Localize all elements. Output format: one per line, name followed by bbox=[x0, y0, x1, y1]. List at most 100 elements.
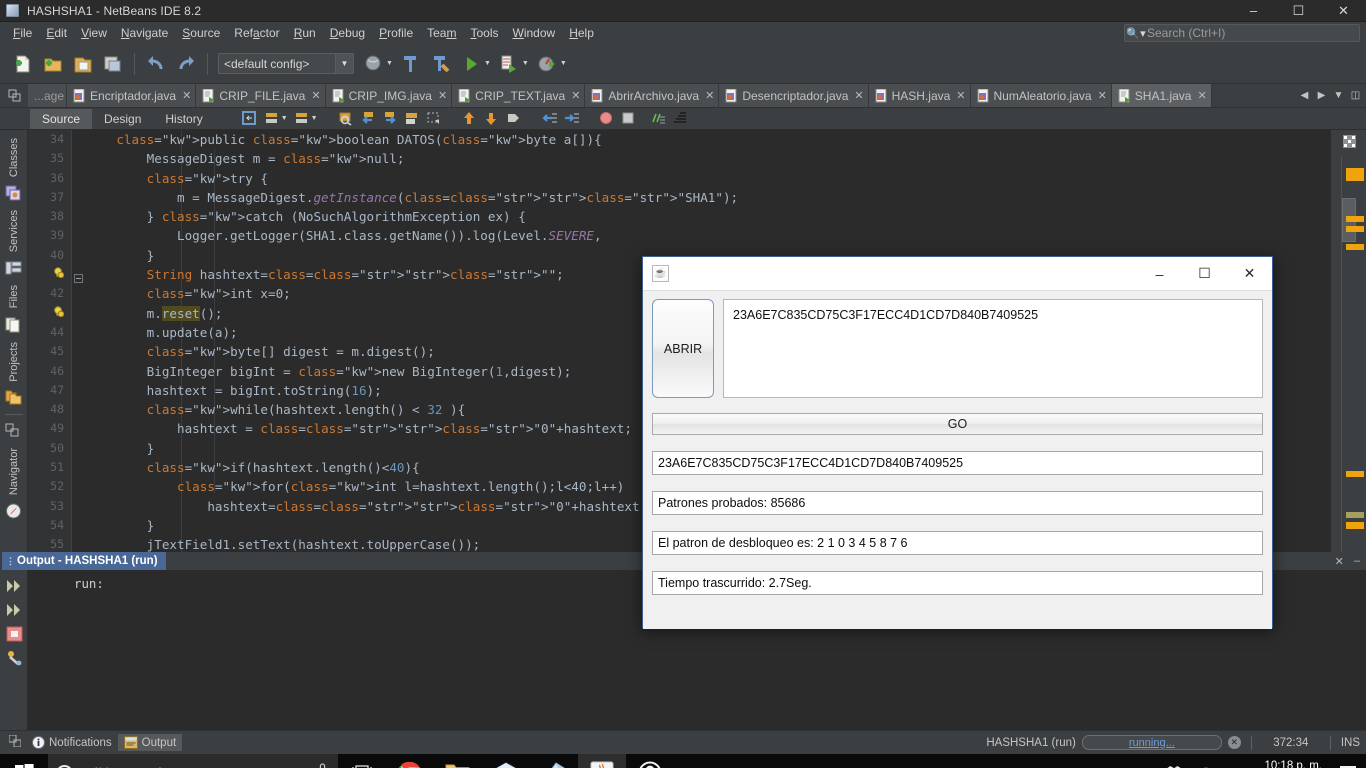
code-line[interactable]: Logger.getLogger(SHA1.class.getName()).l… bbox=[86, 226, 1330, 245]
annotation-marker[interactable] bbox=[1346, 244, 1364, 250]
menu-tools[interactable]: Tools bbox=[463, 24, 505, 42]
menu-window[interactable]: Window bbox=[506, 24, 563, 42]
tab-sha1[interactable]: SHA1.java ✕ bbox=[1111, 84, 1212, 107]
editor-options-icon[interactable] bbox=[1331, 130, 1366, 152]
output-minimize-icon[interactable]: – bbox=[1354, 555, 1360, 567]
undo-icon[interactable] bbox=[141, 49, 171, 79]
annotation-marker[interactable] bbox=[1346, 471, 1364, 477]
profile-project-icon[interactable] bbox=[532, 49, 562, 79]
chevron-down-icon[interactable]: ▼ bbox=[311, 115, 318, 122]
close-icon[interactable]: ✕ bbox=[1197, 89, 1206, 102]
java-app-close-button[interactable]: ✕ bbox=[1227, 257, 1272, 291]
project-config-combo[interactable]: <default config> ▼ bbox=[218, 53, 354, 74]
chevron-down-icon[interactable]: ▼ bbox=[522, 60, 529, 67]
open-project-icon[interactable] bbox=[68, 49, 98, 79]
status-output[interactable]: Output bbox=[117, 734, 183, 751]
cortana-search-input[interactable]: Háblame aquí bbox=[48, 754, 338, 768]
last-edit-icon[interactable] bbox=[239, 109, 261, 129]
cancel-task-button[interactable]: ✕ bbox=[1227, 736, 1241, 749]
save-all-icon[interactable] bbox=[98, 49, 128, 79]
status-notifications[interactable]: Notifications bbox=[26, 734, 118, 751]
windows-layout-icon[interactable] bbox=[4, 734, 26, 750]
rectangular-selection-icon[interactable] bbox=[423, 109, 445, 129]
redo-icon[interactable] bbox=[171, 49, 201, 79]
progress-bar[interactable]: running... bbox=[1081, 735, 1222, 750]
code-line[interactable]: m = MessageDigest.getInstance(class=clas… bbox=[86, 188, 1330, 207]
clean-and-build-icon[interactable] bbox=[426, 49, 456, 79]
chevron-down-icon[interactable]: ▼ bbox=[281, 115, 288, 122]
patterns-tested-field[interactable]: Patrones probados: 85686 bbox=[652, 491, 1263, 515]
projects-icon[interactable] bbox=[5, 389, 23, 406]
tab-list-icon[interactable] bbox=[0, 83, 28, 107]
navigator-window-icon[interactable] bbox=[5, 423, 23, 440]
close-icon[interactable]: ✕ bbox=[182, 89, 191, 102]
window-minimize-button[interactable]: – bbox=[1231, 0, 1276, 22]
menu-edit[interactable]: Edit bbox=[39, 24, 74, 42]
close-icon[interactable]: ✕ bbox=[956, 89, 965, 102]
task-view-icon[interactable] bbox=[338, 754, 386, 768]
menu-debug[interactable]: Debug bbox=[323, 24, 372, 42]
java-app-minimize-button[interactable]: – bbox=[1137, 257, 1182, 291]
output-close-icon[interactable]: ✕ bbox=[1335, 555, 1344, 568]
annotation-marker[interactable] bbox=[1346, 226, 1364, 232]
tab-encriptador[interactable]: Encriptador.java ✕ bbox=[67, 84, 197, 107]
next-bookmark-icon[interactable] bbox=[379, 109, 401, 129]
chrome-taskbar-icon[interactable] bbox=[386, 754, 434, 768]
chevron-down-icon[interactable]: ▼ bbox=[484, 60, 491, 67]
stop-icon[interactable] bbox=[617, 109, 639, 129]
toggle-bookmark-icon[interactable] bbox=[401, 109, 423, 129]
close-icon[interactable]: ✕ bbox=[571, 89, 580, 102]
netbeans-taskbar-icon[interactable] bbox=[530, 754, 578, 768]
scroll-right-icon[interactable]: ▶ bbox=[1313, 90, 1330, 101]
annotation-marker[interactable] bbox=[1346, 512, 1364, 518]
tab-desencriptador[interactable]: Desencriptador.java ✕ bbox=[719, 84, 869, 107]
java-app-window[interactable]: ☕ – ☐ ✕ ABRIR 23A6E7C835CD75C3F17ECC4D1C… bbox=[642, 256, 1273, 629]
drag-handle-icon[interactable]: ⋮ bbox=[6, 556, 15, 567]
shift-left-icon[interactable] bbox=[261, 109, 283, 129]
virtualbox-taskbar-icon[interactable] bbox=[482, 754, 530, 768]
action-center-icon[interactable]: 1 bbox=[1332, 754, 1364, 768]
hint-bulb-icon[interactable] bbox=[53, 304, 65, 317]
editor-view-source[interactable]: Source bbox=[30, 108, 93, 129]
window-close-button[interactable]: ✕ bbox=[1321, 0, 1366, 22]
tab-crip-img[interactable]: CRIP_IMG.java ✕ bbox=[325, 84, 453, 107]
close-icon[interactable]: ✕ bbox=[705, 89, 714, 102]
scroll-left-icon[interactable]: ◀ bbox=[1296, 90, 1313, 101]
settings-icon[interactable] bbox=[0, 646, 28, 670]
window-maximize-button[interactable]: ☐ bbox=[1276, 0, 1321, 22]
sidebar-item-files[interactable]: Files bbox=[8, 279, 20, 314]
sidebar-item-navigator[interactable]: Navigator bbox=[8, 442, 20, 501]
code-line[interactable]: MessageDigest m = class="kw">null; bbox=[86, 149, 1330, 168]
close-icon[interactable]: ✕ bbox=[854, 89, 863, 102]
editor-view-design[interactable]: Design bbox=[92, 109, 153, 129]
sidebar-item-services[interactable]: Services bbox=[8, 204, 20, 258]
editor-gutter[interactable]: 34 35 36 37 38 39 40 42 44 45 46 47 48 49 50 51 52 53 54 55 bbox=[28, 130, 72, 552]
services-icon[interactable] bbox=[5, 260, 23, 277]
annotation-marker[interactable] bbox=[1346, 168, 1364, 181]
menu-source[interactable]: Source bbox=[175, 24, 227, 42]
run-project-icon[interactable] bbox=[456, 49, 486, 79]
build-project-icon[interactable] bbox=[358, 49, 388, 79]
toggle-highlight-icon[interactable] bbox=[503, 109, 525, 129]
tab-hash[interactable]: HASH.java ✕ bbox=[868, 84, 971, 107]
find-selection-icon[interactable] bbox=[335, 109, 357, 129]
search-input[interactable]: 🔍▾ Search (Ctrl+I) bbox=[1124, 24, 1360, 42]
close-icon[interactable]: ✕ bbox=[438, 89, 447, 102]
output-tab-title[interactable]: ⋮ Output - HASHSHA1 (run) bbox=[2, 552, 166, 570]
close-icon[interactable]: ✕ bbox=[1098, 89, 1107, 102]
windows-start-icon[interactable] bbox=[0, 754, 48, 768]
code-line[interactable]: class="kw">try { bbox=[86, 169, 1330, 188]
toggle-breakpoint-icon[interactable] bbox=[595, 109, 617, 129]
hash-textarea[interactable]: 23A6E7C835CD75C3F17ECC4D1CD7D840B7409525 bbox=[723, 299, 1263, 398]
menu-view[interactable]: View bbox=[74, 24, 114, 42]
previous-bookmark-icon[interactable] bbox=[357, 109, 379, 129]
unlock-pattern-field[interactable]: El patron de desbloqueo es: 2 1 0 3 4 5 … bbox=[652, 531, 1263, 555]
menu-file[interactable]: File bbox=[6, 24, 39, 42]
shift-right-icon[interactable] bbox=[291, 109, 313, 129]
rerun-alt-icon[interactable] bbox=[0, 598, 28, 622]
chevron-down-icon[interactable]: ▼ bbox=[335, 54, 353, 73]
menu-help[interactable]: Help bbox=[562, 24, 601, 42]
annotation-marker[interactable] bbox=[1346, 522, 1364, 529]
java-app-maximize-button[interactable]: ☐ bbox=[1182, 257, 1227, 291]
editor-fold-column[interactable] bbox=[72, 130, 86, 552]
